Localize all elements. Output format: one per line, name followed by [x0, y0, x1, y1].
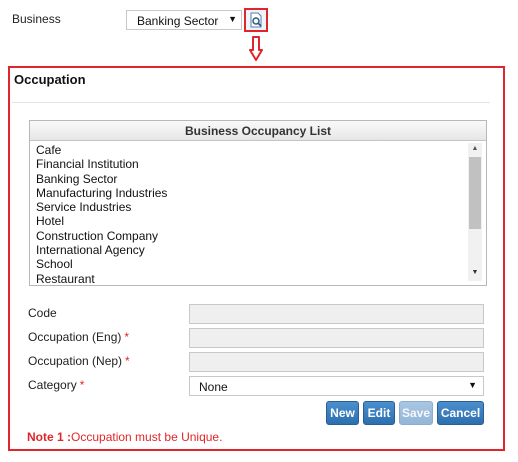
cancel-button[interactable]: Cancel: [437, 401, 484, 425]
code-label-text: Code: [28, 306, 57, 320]
business-select-value: Banking Sector: [137, 14, 219, 28]
required-mark: *: [125, 354, 130, 368]
occupation-nep-field[interactable]: [189, 352, 484, 372]
occupation-panel: Occupation Business Occupancy List Cafe …: [8, 66, 505, 451]
scroll-down-icon[interactable]: ▼: [468, 267, 482, 279]
save-button[interactable]: Save: [399, 401, 433, 425]
category-label: Category *: [28, 378, 84, 392]
business-select[interactable]: Banking Sector ▼: [126, 10, 242, 30]
occupation-nep-label-text: Occupation (Nep): [28, 354, 123, 368]
note-text: Occupation must be Unique.: [71, 430, 223, 444]
category-select[interactable]: None ▼: [189, 376, 484, 396]
list-item[interactable]: Construction Company: [36, 229, 466, 243]
scroll-up-icon[interactable]: ▲: [468, 143, 482, 155]
scroll-thumb[interactable]: [469, 157, 481, 229]
list-item[interactable]: School: [36, 257, 466, 271]
dropdown-arrow-icon: ▼: [468, 380, 477, 390]
occupation-eng-label: Occupation (Eng) *: [28, 330, 129, 344]
code-field[interactable]: [189, 304, 484, 324]
occupancy-list-items: Cafe Financial Institution Banking Secto…: [36, 143, 466, 286]
list-item[interactable]: Hotel: [36, 214, 466, 228]
category-label-text: Category: [28, 378, 77, 392]
list-item[interactable]: Service Industries: [36, 200, 466, 214]
occupancy-list[interactable]: Business Occupancy List Cafe Financial I…: [29, 120, 487, 286]
list-item[interactable]: Cafe: [36, 143, 466, 157]
list-scrollbar[interactable]: ▲ ▼: [468, 143, 482, 281]
uniqueness-note: Note 1 :Occupation must be Unique.: [27, 430, 222, 444]
search-document-icon: [250, 12, 262, 28]
panel-title: Occupation: [14, 72, 86, 87]
list-item[interactable]: Financial Institution: [36, 157, 466, 171]
dropdown-arrow-icon: ▼: [228, 14, 237, 24]
occupation-eng-label-text: Occupation (Eng): [28, 330, 122, 344]
list-item[interactable]: International Agency: [36, 243, 466, 257]
lookup-button[interactable]: [244, 8, 268, 32]
category-select-value: None: [199, 380, 228, 394]
required-mark: *: [124, 330, 130, 344]
new-button[interactable]: New: [326, 401, 359, 425]
note-prefix: Note 1 :: [27, 430, 72, 444]
list-item[interactable]: Banking Sector: [36, 172, 466, 186]
occupation-nep-label: Occupation (Nep) *: [28, 354, 130, 368]
down-arrow-icon: [249, 36, 263, 61]
list-item[interactable]: Manufacturing Industries: [36, 186, 466, 200]
required-mark: *: [79, 378, 85, 392]
edit-button[interactable]: Edit: [363, 401, 395, 425]
code-label: Code: [28, 306, 57, 320]
list-item[interactable]: Restaurant: [36, 272, 466, 286]
occupancy-list-header: Business Occupancy List: [30, 121, 486, 141]
business-label: Business: [12, 12, 61, 26]
panel-divider: [12, 102, 490, 103]
occupation-eng-field[interactable]: [189, 328, 484, 348]
